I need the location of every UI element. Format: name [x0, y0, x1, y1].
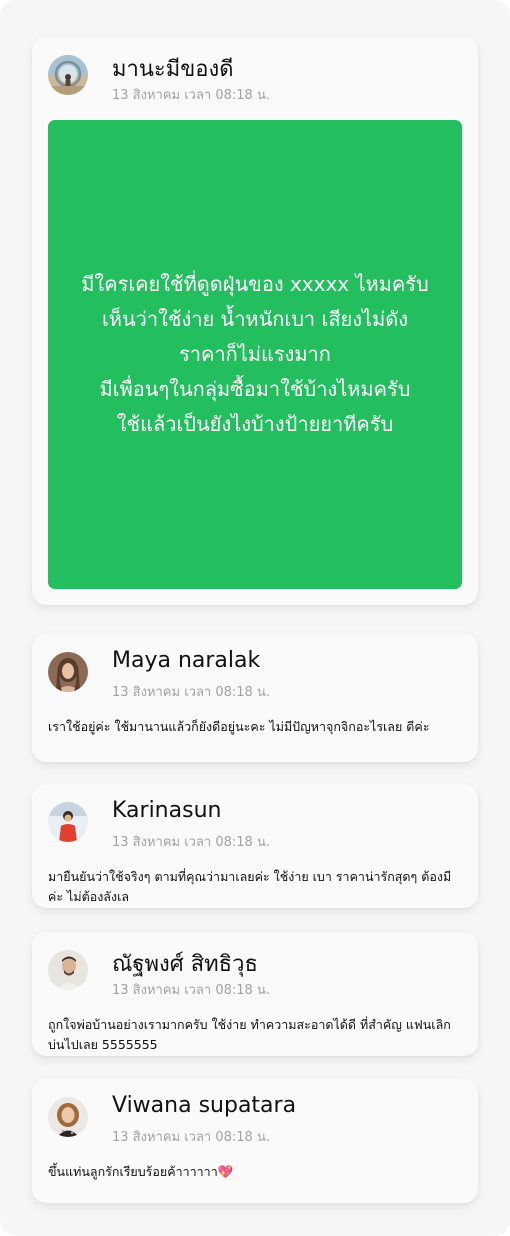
commenter-avatar[interactable] [48, 950, 88, 990]
post-text: มีใครเคยใช้ที่ดูดฝุ่นของ xxxxx ไหมครับ เ… [81, 272, 429, 436]
feed-page: มานะมีของดี 13 สิงหาคม เวลา 08:18 น. มีใ… [0, 0, 510, 1236]
comment-text: ขึ้นแท่นลูกรักเรียบร้อยค้าาาาาา💖 [48, 1164, 234, 1179]
commenter-name[interactable]: Viwana supatara [112, 1093, 296, 1118]
post-card: มานะมีของดี 13 สิงหาคม เวลา 08:18 น. มีใ… [32, 37, 478, 605]
commenter-avatar[interactable] [48, 1097, 88, 1137]
post-content-box: มีใครเคยใช้ที่ดูดฝุ่นของ xxxxx ไหมครับ เ… [48, 120, 462, 589]
commenter-avatar[interactable] [48, 802, 88, 842]
author-name[interactable]: มานะมีของดี [112, 51, 234, 86]
comment-text: ถูกใจพ่อบ้านอย่างเรามากครับ ใช้ง่าย ทำคว… [48, 1017, 451, 1052]
commenter-name[interactable]: Karinasun [112, 798, 221, 823]
author-avatar[interactable] [48, 55, 88, 95]
comment-card: Viwana supatara 13 สิงหาคม เวลา 08:18 น.… [32, 1079, 478, 1203]
post-timestamp: 13 สิงหาคม เวลา 08:18 น. [112, 88, 270, 103]
commenter-avatar[interactable] [48, 652, 88, 692]
comment-timestamp: 13 สิงหาคม เวลา 08:18 น. [112, 983, 270, 998]
comment-card: ณัฐพงศ์ สิทธิวุธ 13 สิงหาคม เวลา 08:18 น… [32, 932, 478, 1056]
comment-timestamp: 13 สิงหาคม เวลา 08:18 น. [112, 685, 270, 700]
comment-card: Maya naralak 13 สิงหาคม เวลา 08:18 น. เร… [32, 634, 478, 762]
commenter-name[interactable]: ณัฐพงศ์ สิทธิวุธ [112, 946, 258, 981]
comment-timestamp: 13 สิงหาคม เวลา 08:18 น. [112, 835, 270, 850]
comment-text: มายืนยันว่าใช้จริงๆ ตามที่คุณว่ามาเลยค่ะ… [48, 869, 452, 904]
comment-card: Karinasun 13 สิงหาคม เวลา 08:18 น. มายืน… [32, 784, 478, 908]
comment-timestamp: 13 สิงหาคม เวลา 08:18 น. [112, 1130, 270, 1145]
comment-text: เราใช้อยู่ค่ะ ใช้มานานแล้วก็ยังดีอยู่นะค… [48, 719, 430, 734]
commenter-name[interactable]: Maya naralak [112, 648, 260, 673]
